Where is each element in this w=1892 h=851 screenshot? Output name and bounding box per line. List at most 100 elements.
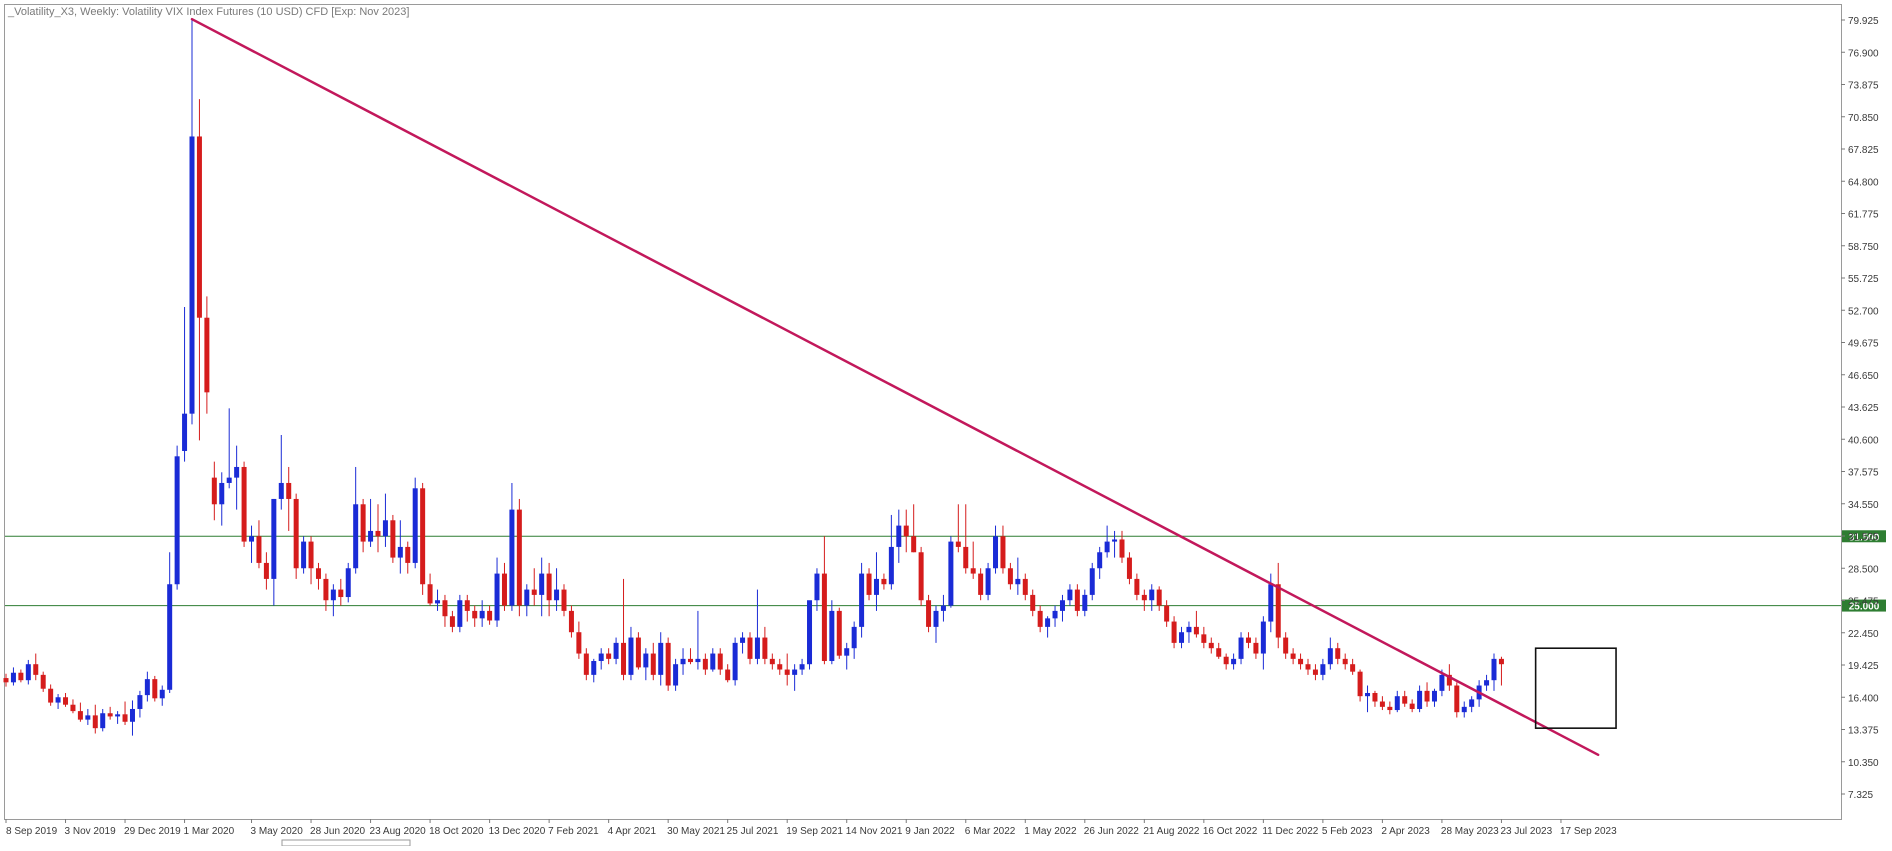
- candle-body: [673, 664, 679, 686]
- candle-body: [985, 568, 991, 595]
- candle: [174, 445, 180, 590]
- candle-body: [993, 536, 999, 569]
- x-tick-label: 1 May 2022: [1024, 826, 1077, 837]
- candle-body: [1059, 600, 1065, 611]
- candle-body: [152, 679, 158, 699]
- y-tick-label: 49.675: [1848, 339, 1879, 350]
- x-tick-label: 3 May 2020: [251, 826, 304, 837]
- candle-body: [658, 642, 664, 675]
- candle-body: [1052, 610, 1058, 619]
- candle-body: [375, 530, 381, 537]
- candle-body: [397, 546, 403, 558]
- candle-body: [226, 477, 232, 483]
- candle-body: [1342, 658, 1348, 665]
- candle-body: [1067, 589, 1073, 601]
- candle-body: [643, 653, 649, 668]
- x-tick-label: 5 Feb 2023: [1322, 826, 1373, 837]
- candle-body: [1409, 703, 1415, 709]
- y-tick-label: 70.850: [1848, 113, 1879, 124]
- candle-body: [1454, 685, 1460, 713]
- y-tick-label: 19.425: [1848, 661, 1879, 672]
- y-tick-label: 16.400: [1848, 693, 1879, 704]
- candle-body: [1022, 578, 1028, 595]
- y-tick-label: 67.825: [1848, 145, 1879, 156]
- x-tick-label: 28 May 2023: [1441, 826, 1499, 837]
- x-tick-label: 3 Nov 2019: [65, 826, 117, 837]
- candle-body: [1238, 637, 1244, 659]
- candle-body: [494, 573, 500, 621]
- candle: [836, 607, 842, 659]
- candle-body: [1104, 541, 1110, 553]
- candle-body: [911, 536, 917, 553]
- candle-body: [1201, 634, 1207, 643]
- candle-body: [516, 509, 522, 606]
- candle-body: [1000, 536, 1006, 569]
- candle-body: [435, 600, 441, 604]
- candle-body: [1305, 664, 1311, 670]
- candle-body: [970, 568, 976, 574]
- y-tick-label: 10.350: [1848, 758, 1879, 769]
- candle: [732, 637, 738, 686]
- candle: [918, 546, 924, 606]
- candle-body: [628, 637, 634, 675]
- candle-body: [1007, 568, 1013, 585]
- candle-body: [918, 552, 924, 601]
- y-tick-label: 79.925: [1848, 16, 1879, 27]
- candle-body: [1283, 637, 1289, 654]
- candle-body: [10, 672, 16, 683]
- candle-body: [762, 637, 768, 659]
- candle-body: [345, 568, 351, 598]
- candle: [457, 594, 463, 633]
- candle-body: [784, 669, 790, 675]
- candle-body: [621, 642, 627, 675]
- x-tick-label: 13 Dec 2020: [489, 826, 546, 837]
- y-tick-label: 64.800: [1848, 177, 1879, 188]
- bottom-scroll-tab[interactable]: [281, 839, 411, 847]
- candle: [859, 562, 865, 638]
- candle-body: [881, 578, 887, 585]
- candle-body: [315, 568, 321, 579]
- candle-body: [360, 504, 366, 542]
- candle-body: [368, 530, 374, 542]
- candle-body: [40, 674, 46, 689]
- candle-body: [680, 658, 686, 665]
- candle-body: [531, 589, 537, 595]
- candle-body: [687, 658, 693, 663]
- candle-body: [1231, 658, 1237, 665]
- candle-body: [546, 573, 552, 601]
- candle-body: [167, 584, 173, 690]
- y-tick-label: 43.625: [1848, 403, 1879, 414]
- candle-body: [807, 600, 813, 665]
- x-tick-label: 19 Sep 2021: [786, 826, 843, 837]
- candle-body: [821, 573, 827, 662]
- candle-body: [1298, 658, 1304, 665]
- y-tick-label: 58.750: [1848, 242, 1879, 253]
- candle-body: [1074, 589, 1080, 611]
- candle-body: [963, 546, 969, 569]
- candle-body: [1045, 618, 1051, 627]
- candle-body: [219, 482, 225, 505]
- candle-body: [1439, 674, 1445, 691]
- candle-body: [286, 482, 292, 499]
- candle-body: [978, 573, 984, 595]
- candle-body: [1171, 621, 1177, 643]
- vix-weekly-candlestick-chart[interactable]: 31.50025.000 79.92576.90073.87570.85067.…: [0, 0, 1892, 847]
- candle-body: [1469, 699, 1475, 707]
- candle-body: [100, 713, 106, 729]
- chart-container[interactable]: 31.500 25.000 79.925 76.900 73.875 70.850 67.…: [0, 0, 1892, 847]
- candle-body: [1164, 605, 1170, 622]
- candle-body: [777, 664, 783, 670]
- candle-body: [449, 616, 455, 627]
- candle: [516, 498, 522, 617]
- candle-body: [77, 711, 83, 720]
- candle-body: [271, 498, 277, 579]
- candle-body: [896, 525, 902, 547]
- candle: [301, 536, 307, 574]
- y-tick-label: 73.875: [1848, 81, 1879, 92]
- candle-body: [48, 688, 54, 703]
- candle-body: [1253, 642, 1259, 654]
- x-tick-label: 9 Jan 2022: [905, 826, 955, 837]
- candle-body: [1290, 653, 1296, 659]
- candle-body: [338, 589, 344, 598]
- x-tick-label: 4 Apr 2021: [608, 826, 657, 837]
